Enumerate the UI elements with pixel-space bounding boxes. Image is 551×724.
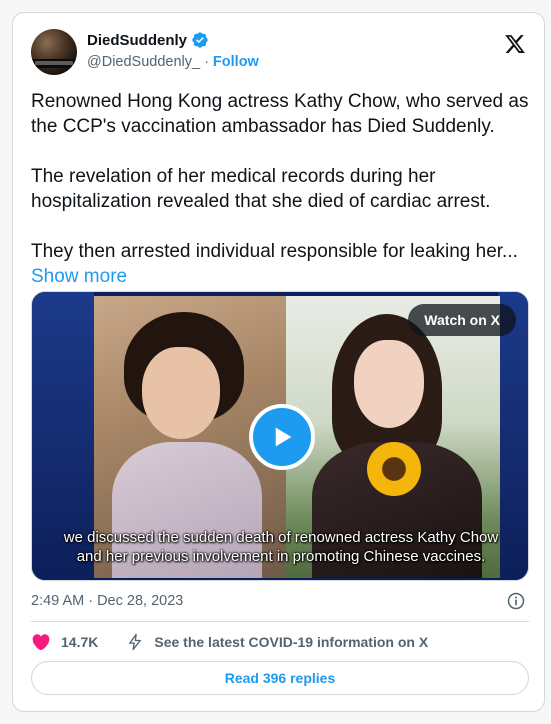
tweet-paragraph: They then arrested individual responsibl… [31,239,531,289]
tweet-paragraph-truncated: They then arrested individual responsibl… [31,241,518,262]
bolt-icon [129,633,142,651]
author-handle[interactable]: @DiedSuddenly_ [87,54,200,70]
video-caption: we discussed the sudden death of renowne… [32,528,528,566]
watch-on-x-button[interactable]: Watch on X [408,304,516,336]
heart-icon[interactable] [31,632,51,652]
woman-left-face [142,347,220,439]
author-name[interactable]: DiedSuddenly [87,32,187,49]
sunflower [367,442,421,496]
play-button[interactable] [249,404,315,470]
tweet-paragraph: The revelation of her medical records du… [31,166,491,212]
tweet-card: DiedSuddenly @DiedSuddenly_ · Follow Ren… [12,12,545,712]
author-name-row: DiedSuddenly [87,31,209,49]
woman-right-face [354,340,424,428]
avatar[interactable] [31,29,77,75]
info-icon[interactable] [506,591,526,611]
verified-badge-icon [192,32,208,48]
caption-line: and her previous involvement in promotin… [76,548,486,565]
like-count[interactable]: 14.7K [61,634,98,650]
action-bar: 14.7K See the latest COVID-19 informatio… [31,630,428,654]
tweet-paragraph: Renowned Hong Kong actress Kathy Chow, w… [31,91,529,137]
divider [31,621,529,622]
read-replies-button[interactable]: Read 396 replies [31,661,529,695]
follow-button[interactable]: Follow [213,54,259,70]
play-icon [275,427,292,447]
timestamp[interactable]: 2:49 AM · Dec 28, 2023 [31,593,183,609]
covid-info-link[interactable]: See the latest COVID-19 information on X [154,634,428,650]
tweet-text: Renowned Hong Kong actress Kathy Chow, w… [31,89,531,289]
caption-line: we discussed the sudden death of renowne… [63,529,499,546]
separator-dot: · [204,54,209,70]
show-more-link[interactable]: Show more [31,266,127,287]
avatar-text [35,61,73,65]
author-handle-row: @DiedSuddenly_ · Follow [87,54,259,70]
video-player[interactable]: Watch on X we discussed the sudden death… [31,291,529,581]
x-logo-icon[interactable] [504,33,526,55]
